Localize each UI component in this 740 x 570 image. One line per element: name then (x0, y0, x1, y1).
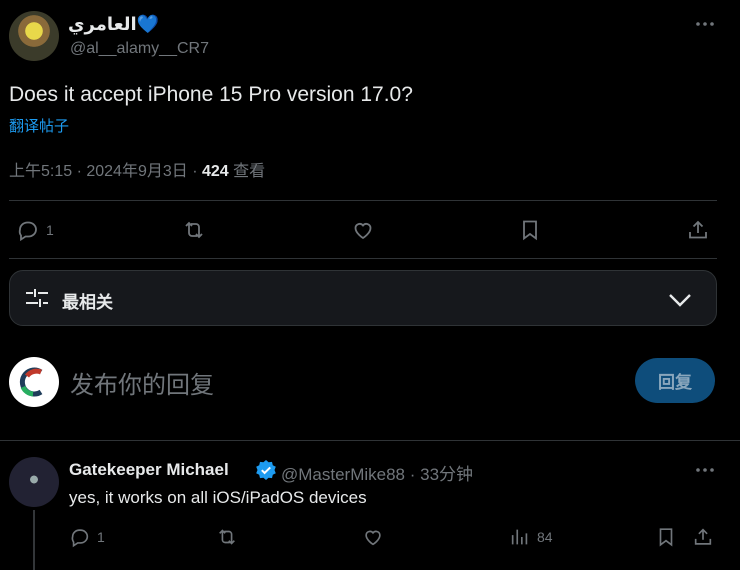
reply-like-button[interactable] (362, 526, 384, 548)
author-handle[interactable]: @al__alamy__CR7 (70, 40, 209, 58)
like-button[interactable] (351, 218, 375, 242)
reply-button[interactable]: 1 (16, 218, 54, 242)
repost-icon (185, 221, 203, 239)
sort-replies-dropdown[interactable] (9, 270, 717, 326)
reply-icon (71, 529, 89, 548)
more-options-icon[interactable] (693, 14, 717, 34)
views-label: 查看 (228, 163, 266, 180)
reply-count: 1 (46, 222, 54, 238)
heart-icon (354, 223, 372, 240)
heart-icon (365, 530, 381, 546)
filter-icon (24, 286, 50, 315)
user-avatar[interactable] (9, 357, 59, 407)
reply-reply-button[interactable]: 1 (69, 526, 105, 548)
reply-bookmark-button[interactable] (655, 526, 677, 548)
divider (9, 258, 717, 259)
author-avatar[interactable] (9, 11, 59, 61)
translate-post-link[interactable]: 翻译帖子 (9, 115, 69, 136)
reply-author-name[interactable]: Gatekeeper Michael (69, 460, 229, 480)
views-count: 424 (201, 163, 229, 180)
bookmark-icon (523, 220, 537, 241)
share-icon (689, 220, 707, 239)
tweet-text: Does it accept iPhone 15 Pro version 17.… (9, 83, 413, 106)
reply-repost-button[interactable] (216, 526, 238, 548)
reply-reply-count: 1 (97, 529, 105, 545)
more-options-icon[interactable] (693, 460, 717, 480)
author-display-name[interactable]: العامري💙 (68, 14, 159, 35)
reply-author-handle[interactable]: @MasterMike88 · 33分钟 (281, 460, 473, 485)
tweet-meta: 上午5:15 · 2024年9月3日 · 424 查看 (9, 157, 265, 181)
bookmark-icon (659, 528, 673, 547)
reply-share-button[interactable] (692, 526, 714, 548)
reply-input[interactable]: 发布你的回复 (70, 365, 214, 400)
views-icon (511, 529, 528, 545)
verified-badge-icon (255, 459, 277, 481)
tweet-timestamp[interactable]: 上午5:15 · 2024年9月3日 · (9, 163, 202, 180)
chevron-down-icon (667, 288, 693, 317)
reply-icon (18, 221, 37, 242)
reply-author-avatar[interactable] (9, 457, 59, 507)
share-icon (694, 528, 712, 545)
thread-line (33, 510, 35, 570)
reply-text: yes, it works on all iOS/iPadOS devices (69, 488, 367, 507)
repost-icon (219, 529, 235, 545)
sort-label: 最相关 (62, 293, 113, 312)
reply-views-button[interactable]: 84 (509, 526, 553, 548)
divider (9, 200, 717, 201)
repost-button[interactable] (182, 218, 206, 242)
divider (0, 440, 740, 441)
reply-submit-button[interactable]: 回复 (635, 358, 715, 403)
share-button[interactable] (686, 218, 710, 242)
reply-views-count: 84 (537, 529, 553, 545)
bookmark-button[interactable] (518, 218, 542, 242)
